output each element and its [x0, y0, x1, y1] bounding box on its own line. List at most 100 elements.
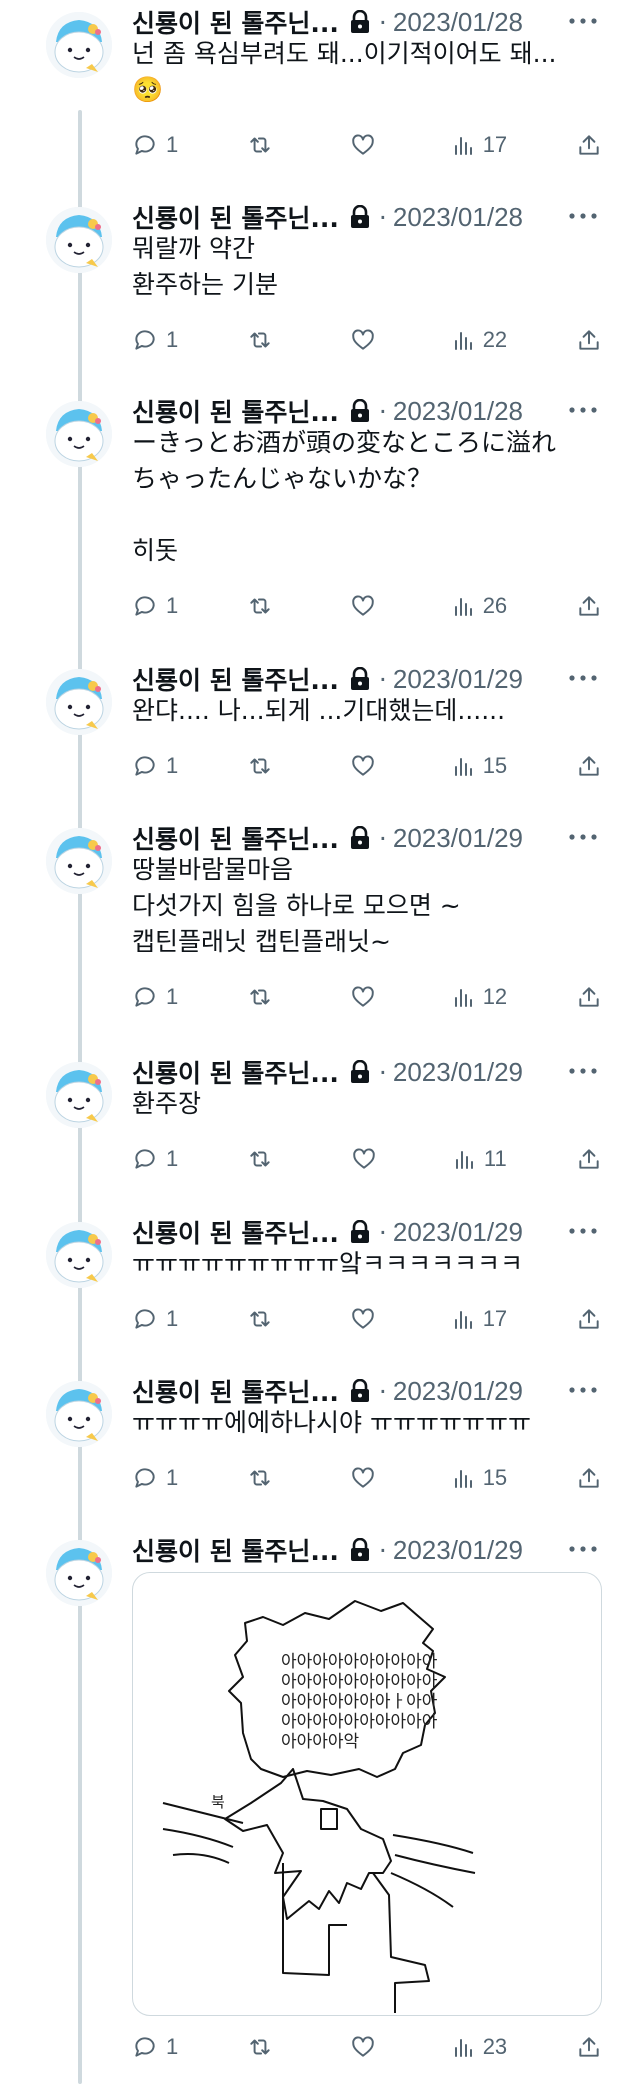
like-button[interactable]: [350, 1306, 384, 1332]
views-button[interactable]: 17: [453, 1306, 507, 1332]
more-icon[interactable]: [566, 826, 600, 848]
reply-button[interactable]: 1: [132, 132, 178, 158]
display-name[interactable]: 신룡이 된 톨주닌...: [132, 4, 339, 40]
display-name[interactable]: 신룡이 된 톨주닌...: [132, 1214, 339, 1250]
tweet-date[interactable]: 2023/01/29: [393, 1535, 523, 1566]
avatar[interactable]: [46, 1062, 112, 1128]
more-icon[interactable]: [566, 10, 600, 32]
heart-icon: [352, 755, 374, 776]
lock-icon: [349, 1538, 371, 1562]
retweet-button[interactable]: [247, 1146, 281, 1172]
views-count: 17: [482, 132, 508, 157]
avatar[interactable]: [46, 1540, 112, 1606]
avatar[interactable]: [46, 12, 112, 78]
views-button[interactable]: 12: [453, 984, 507, 1010]
reply-button[interactable]: 1: [132, 2034, 178, 2060]
tweet-actions: 1 12: [132, 982, 602, 1012]
retweet-button[interactable]: [247, 2034, 281, 2060]
display-name[interactable]: 신룡이 된 톨주닌...: [132, 1054, 339, 1090]
more-icon[interactable]: [566, 1220, 600, 1242]
share-button[interactable]: [576, 1465, 602, 1491]
avatar[interactable]: [46, 207, 112, 273]
reply-button[interactable]: 1: [132, 753, 178, 779]
tweet-date[interactable]: 2023/01/28: [393, 7, 523, 38]
views-button[interactable]: 23: [453, 2034, 507, 2060]
like-button[interactable]: [350, 593, 384, 619]
retweet-button[interactable]: [247, 132, 281, 158]
retweet-icon: [250, 598, 270, 614]
more-icon[interactable]: [566, 1060, 600, 1082]
reply-button[interactable]: 1: [132, 984, 178, 1010]
more-icon[interactable]: [566, 205, 600, 227]
retweet-button[interactable]: [247, 753, 281, 779]
avatar[interactable]: [46, 828, 112, 894]
reply-icon: [135, 330, 155, 350]
more-icon[interactable]: [566, 667, 600, 689]
display-name[interactable]: 신룡이 된 톨주닌...: [132, 199, 339, 235]
like-button[interactable]: [350, 327, 384, 353]
tweet-date[interactable]: 2023/01/29: [393, 1376, 523, 1407]
share-button[interactable]: [576, 132, 602, 158]
share-button[interactable]: [576, 2034, 602, 2060]
share-icon: [579, 596, 599, 616]
display-name[interactable]: 신룡이 된 톨주닌...: [132, 1373, 339, 1409]
like-button[interactable]: [350, 753, 384, 779]
share-button[interactable]: [576, 327, 602, 353]
tweet-actions: 1 26: [132, 591, 602, 621]
like-button[interactable]: [350, 1465, 384, 1491]
tweet-date[interactable]: 2023/01/29: [393, 1217, 523, 1248]
retweet-button[interactable]: [247, 984, 281, 1010]
reply-button[interactable]: 1: [132, 593, 178, 619]
tweet-date[interactable]: 2023/01/28: [393, 396, 523, 427]
separator-dot: ·: [378, 664, 387, 694]
like-button[interactable]: [350, 2034, 384, 2060]
share-button[interactable]: [576, 753, 602, 779]
display-name[interactable]: 신룡이 된 톨주닌...: [132, 393, 339, 429]
display-name[interactable]: 신룡이 된 톨주닌...: [132, 1532, 339, 1568]
lock-icon: [349, 1220, 371, 1244]
tweet-date[interactable]: 2023/01/29: [393, 1057, 523, 1088]
tweet-image[interactable]: 아아아아아아아아아아 아아아아아아아아아아 아아아아아아아ㅏ아아 아아아아아아아아아아…: [132, 1572, 602, 2016]
share-icon: [579, 987, 599, 1007]
views-button[interactable]: 22: [453, 327, 507, 353]
separator-dot: ·: [378, 1376, 387, 1406]
reply-button[interactable]: 1: [132, 1146, 178, 1172]
share-button[interactable]: [576, 1146, 602, 1172]
retweet-button[interactable]: [247, 1465, 281, 1491]
like-button[interactable]: [350, 984, 384, 1010]
retweet-button[interactable]: [247, 1306, 281, 1332]
reply-icon: [135, 1309, 155, 1329]
tweet-date[interactable]: 2023/01/29: [393, 664, 523, 695]
views-button[interactable]: 11: [454, 1146, 507, 1172]
avatar[interactable]: [46, 401, 112, 467]
more-icon[interactable]: [566, 399, 600, 421]
reply-count: 1: [166, 753, 179, 778]
avatar[interactable]: [46, 1381, 112, 1447]
tweet-date[interactable]: 2023/01/29: [393, 823, 523, 854]
reply-button[interactable]: 1: [132, 327, 178, 353]
avatar[interactable]: [46, 1222, 112, 1288]
reply-button[interactable]: 1: [132, 1306, 178, 1332]
retweet-button[interactable]: [247, 327, 281, 353]
more-icon[interactable]: [566, 1538, 600, 1560]
reply-button[interactable]: 1: [132, 1465, 178, 1491]
views-button[interactable]: 15: [453, 753, 507, 779]
display-name[interactable]: 신룡이 된 톨주닌...: [132, 820, 339, 856]
views-button[interactable]: 17: [453, 132, 507, 158]
avatar[interactable]: [46, 669, 112, 735]
share-button[interactable]: [576, 1306, 602, 1332]
tweet-date[interactable]: 2023/01/28: [393, 202, 523, 233]
share-button[interactable]: [576, 984, 602, 1010]
retweet-icon: [250, 1311, 270, 1327]
more-icon[interactable]: [566, 1379, 600, 1401]
retweet-button[interactable]: [247, 593, 281, 619]
views-button[interactable]: 26: [453, 593, 507, 619]
like-button[interactable]: [350, 132, 384, 158]
share-button[interactable]: [576, 593, 602, 619]
like-button[interactable]: [351, 1146, 385, 1172]
speech-line: 아아아아악: [281, 1732, 360, 1752]
tweet-text: 넌 좀 욕심부려도 돼...이기적이어도 돼... 🥺: [132, 39, 557, 104]
tweet-actions: 1 17: [132, 1304, 602, 1334]
views-button[interactable]: 15: [453, 1465, 507, 1491]
display-name[interactable]: 신룡이 된 톨주닌...: [132, 661, 339, 697]
